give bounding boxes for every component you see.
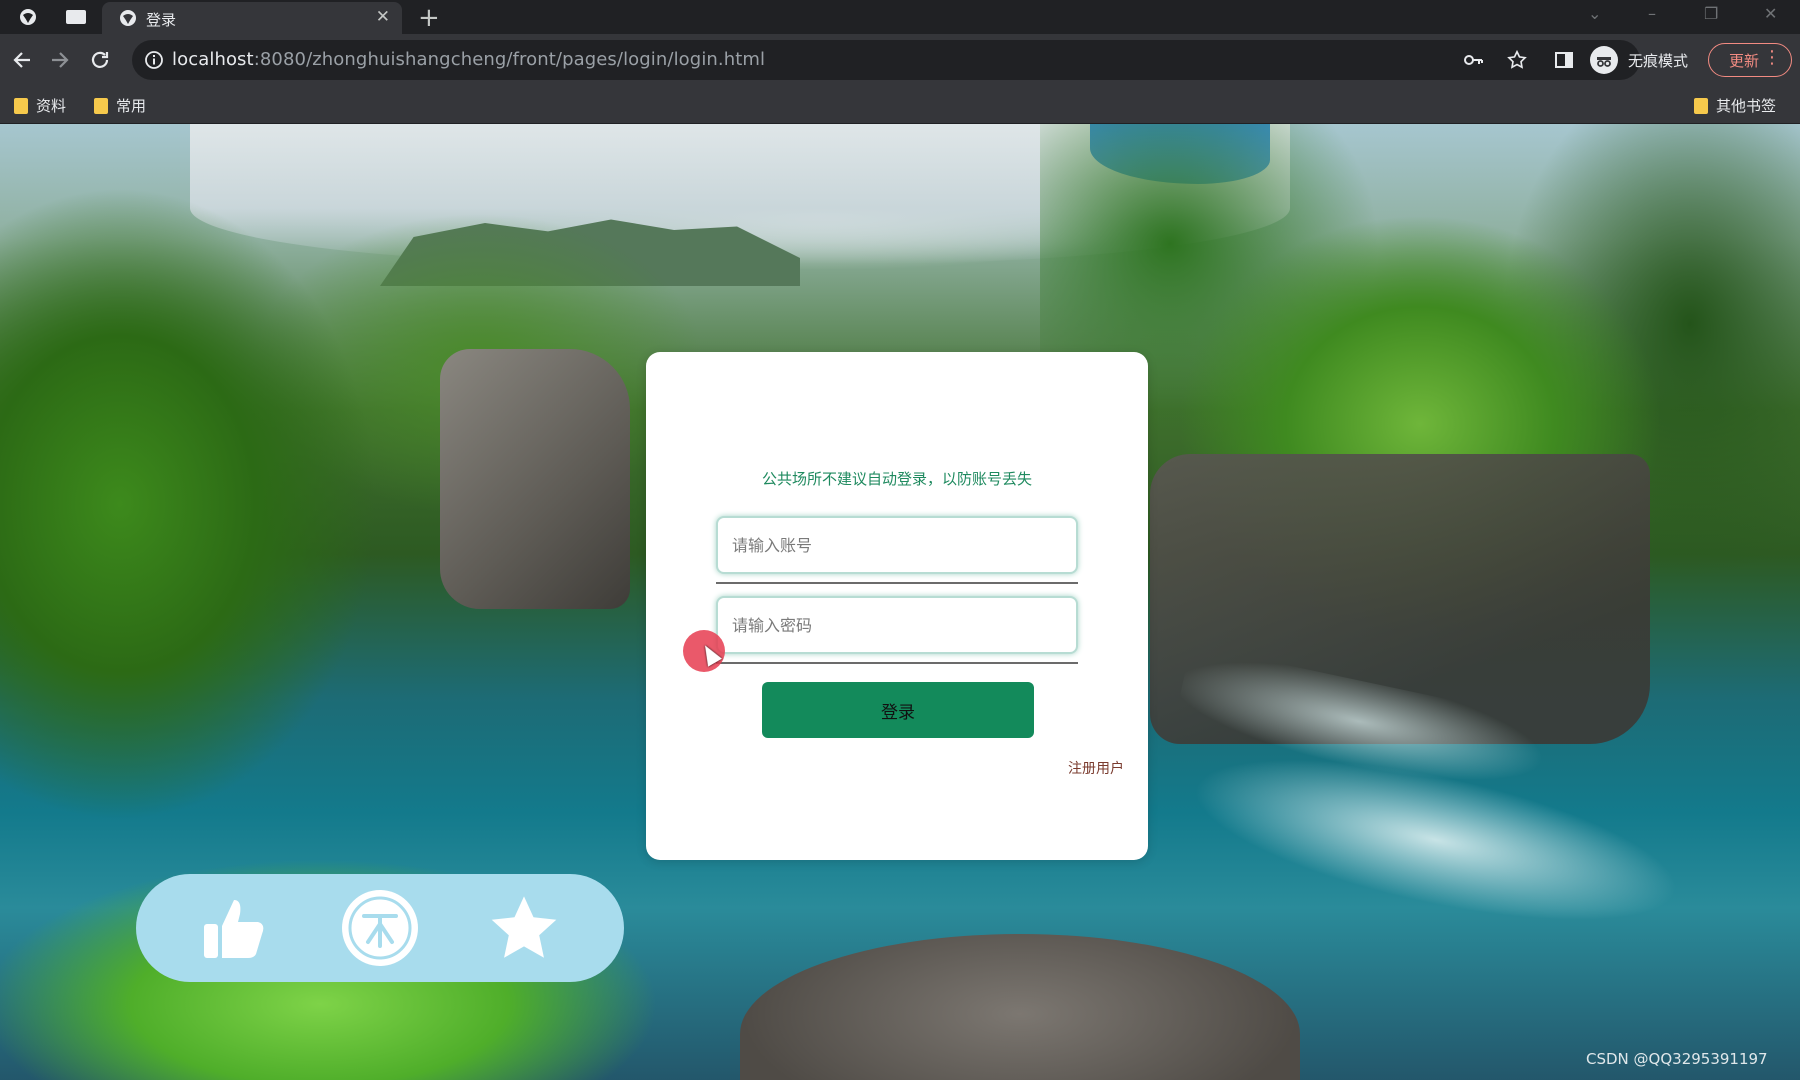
bookmark-label: 资料 — [36, 97, 67, 115]
login-button[interactable]: 登录 — [762, 682, 1034, 738]
new-tab-icon[interactable]: + — [418, 3, 440, 33]
key-icon[interactable] — [1462, 49, 1484, 75]
watermark: CSDN @QQ3295391197 — [1586, 1050, 1768, 1068]
username-input[interactable] — [716, 516, 1078, 574]
tab-search-icon[interactable] — [64, 5, 88, 29]
reload-icon[interactable] — [86, 46, 114, 74]
folder-icon — [94, 97, 108, 114]
folder-icon — [1694, 97, 1708, 114]
username-field-wrap — [716, 516, 1078, 584]
tab-login[interactable]: 登录 ✕ — [102, 2, 402, 34]
chevron-down-icon[interactable]: ⌄ — [1588, 4, 1601, 23]
incognito-icon[interactable] — [1590, 46, 1618, 74]
page-background: 公共场所不建议自动登录，以防账号丢失 登录 注册用户 — [0, 124, 1800, 1080]
thumbs-up-icon[interactable] — [194, 888, 274, 968]
update-button[interactable]: 更新 ⋮ — [1708, 43, 1792, 77]
bookmarks-bar: 资料 常用 其他书签 — [0, 86, 1800, 124]
incognito-label: 无痕模式 — [1628, 52, 1689, 70]
back-icon[interactable] — [8, 46, 36, 74]
bookmark-star-icon[interactable] — [1506, 49, 1528, 75]
restore-icon[interactable]: ❐ — [1704, 4, 1718, 23]
login-hint: 公共场所不建议自动登录，以防账号丢失 — [761, 470, 1032, 488]
bookmark-folder-other[interactable]: 其他书签 — [1694, 95, 1776, 116]
background-rock-left — [440, 349, 630, 609]
password-field-wrap — [716, 596, 1078, 664]
update-label: 更新 — [1729, 52, 1760, 70]
password-input[interactable] — [716, 596, 1078, 654]
bookmark-folder-changyong[interactable]: 常用 — [94, 95, 146, 116]
browser-toolbar: localhost:8080/zhonghuishangcheng/front/… — [0, 34, 1800, 86]
coin-icon[interactable] — [340, 888, 420, 968]
forward-icon[interactable] — [46, 46, 74, 74]
window-close-icon[interactable]: ✕ — [1764, 4, 1777, 23]
browser-tabstrip: 登录 ✕ + ⌄ – ❐ ✕ — [0, 0, 1800, 34]
folder-icon — [14, 97, 28, 114]
url-text[interactable]: localhost:8080/zhonghuishangcheng/front/… — [172, 49, 765, 70]
close-icon[interactable]: ✕ — [376, 7, 390, 27]
browser-menu-icon[interactable] — [16, 5, 40, 29]
action-bar — [136, 874, 624, 982]
tab-title: 登录 — [146, 11, 177, 29]
info-icon[interactable] — [144, 50, 164, 74]
register-link[interactable]: 注册用户 — [1068, 758, 1124, 778]
bookmark-label: 其他书签 — [1716, 97, 1777, 115]
bookmark-folder-ziliao[interactable]: 资料 — [14, 95, 66, 116]
side-panel-icon[interactable] — [1550, 46, 1578, 74]
bookmark-label: 常用 — [116, 97, 147, 115]
more-vert-icon[interactable]: ⋮ — [1763, 47, 1781, 68]
globe-icon — [116, 6, 140, 30]
address-bar[interactable]: localhost:8080/zhonghuishangcheng/front/… — [132, 40, 1640, 80]
minimize-icon[interactable]: – — [1648, 4, 1656, 23]
star-icon[interactable] — [484, 888, 564, 968]
login-card: 公共场所不建议自动登录，以防账号丢失 登录 注册用户 — [646, 352, 1148, 860]
